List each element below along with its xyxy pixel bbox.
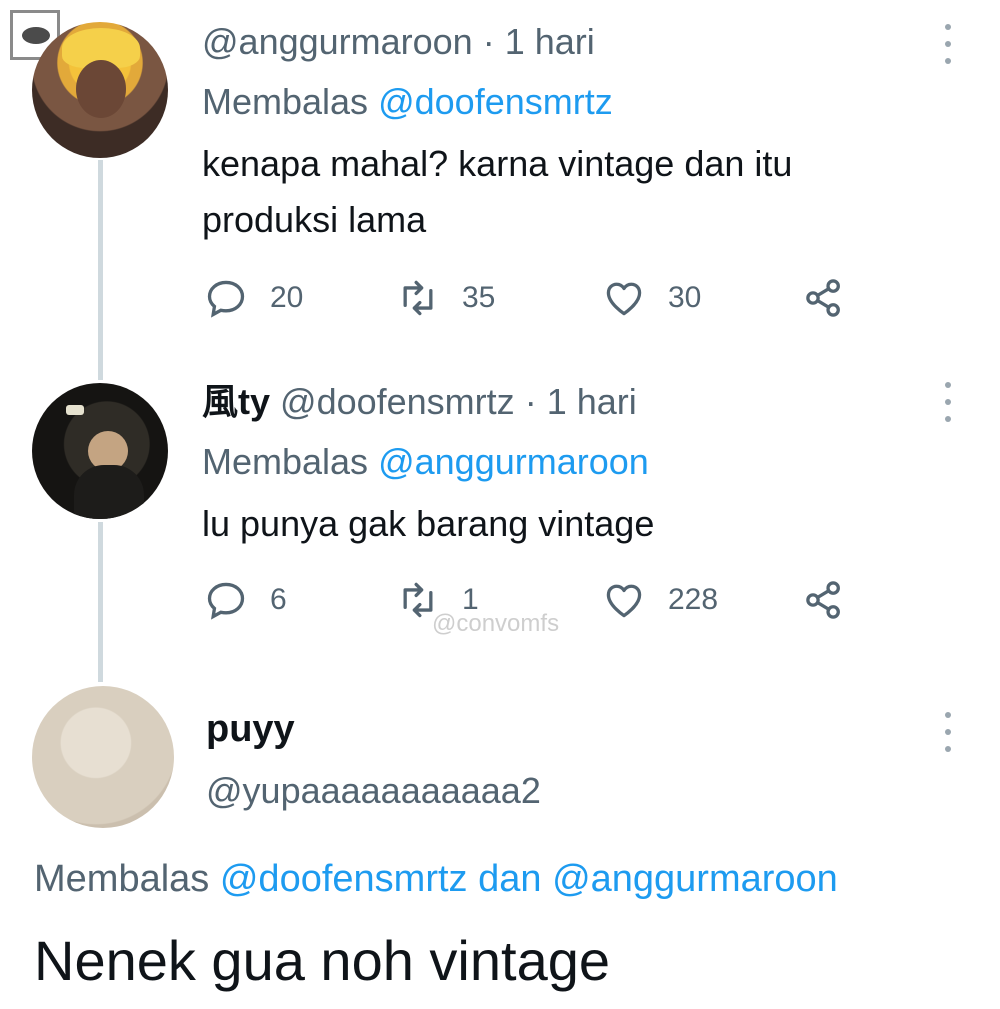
reply-prefix: Membalas xyxy=(202,81,369,122)
share-button[interactable] xyxy=(802,578,868,622)
tweet-time[interactable]: 1 hari xyxy=(505,21,595,62)
retweet-count: 35 xyxy=(462,281,496,314)
avatar[interactable] xyxy=(32,686,174,828)
reply-prefix: Membalas xyxy=(202,441,369,482)
share-icon xyxy=(806,279,840,317)
retweet-icon xyxy=(403,280,433,316)
reply-icon xyxy=(207,582,245,620)
reply-mention[interactable]: @doofensmrtz xyxy=(378,81,613,122)
watermark: @convomfs xyxy=(432,610,560,637)
retweet-button[interactable]: 35 xyxy=(396,276,495,320)
avatar[interactable] xyxy=(32,383,168,519)
like-count: 30 xyxy=(668,281,702,314)
thread-line-2 xyxy=(98,522,103,682)
reply-context: Membalas @anggurmaroon xyxy=(202,440,649,484)
avatar-light xyxy=(66,405,84,415)
more-options-icon[interactable] xyxy=(940,382,956,422)
tweet-header: @anggurmaroon · 1 hari xyxy=(202,20,595,64)
share-button[interactable] xyxy=(802,276,868,320)
reply-mention-1[interactable]: @doofensmrtz xyxy=(220,858,468,900)
reply-prefix: Membalas xyxy=(34,858,210,900)
tweet-text: kenapa mahal? karna vintage dan itu prod… xyxy=(202,143,793,240)
tweet-time[interactable]: 1 hari xyxy=(547,381,637,422)
reply-mention[interactable]: @anggurmaroon xyxy=(378,441,649,482)
thread-line-1 xyxy=(98,160,103,380)
reply-button[interactable]: 6 xyxy=(204,578,287,622)
more-options-icon[interactable] xyxy=(940,712,956,752)
like-button[interactable]: 30 xyxy=(602,276,701,320)
reply-mention-2[interactable]: @anggurmaroon xyxy=(552,858,838,900)
like-count: 228 xyxy=(668,583,719,616)
heart-icon xyxy=(606,282,642,316)
share-icon xyxy=(806,581,840,619)
avatar-body xyxy=(74,465,144,519)
like-button[interactable]: 228 xyxy=(602,578,718,622)
display-name[interactable]: 風ty xyxy=(202,381,270,422)
separator: · xyxy=(524,381,537,422)
reply-context: Membalas @doofensmrtz xyxy=(202,80,613,124)
reply-count: 20 xyxy=(270,281,304,314)
reply-context: Membalas @doofensmrtz dan @anggurmaroon xyxy=(34,858,838,901)
tweet-handle[interactable]: @doofensmrtz xyxy=(280,381,515,422)
tweet-text: lu punya gak barang vintage xyxy=(202,503,655,544)
reply-joiner: dan xyxy=(478,858,542,900)
heart-icon xyxy=(606,584,642,618)
separator: · xyxy=(482,21,495,62)
more-options-icon[interactable] xyxy=(940,24,956,64)
display-name[interactable]: puyy xyxy=(206,708,295,751)
logo-mark xyxy=(22,27,50,44)
tweet-header: 風ty @doofensmrtz · 1 hari xyxy=(202,380,637,424)
tweet-handle[interactable]: @anggurmaroon xyxy=(202,21,473,62)
avatar-face xyxy=(76,60,126,118)
tweet-text: Nenek gua noh vintage xyxy=(34,929,610,992)
tweet-handle[interactable]: @yupaaaaaaaaaaa2 xyxy=(206,770,541,812)
reply-icon xyxy=(207,280,245,318)
avatar[interactable] xyxy=(32,22,168,158)
reply-count: 6 xyxy=(270,583,287,616)
reply-button[interactable]: 20 xyxy=(204,276,303,320)
